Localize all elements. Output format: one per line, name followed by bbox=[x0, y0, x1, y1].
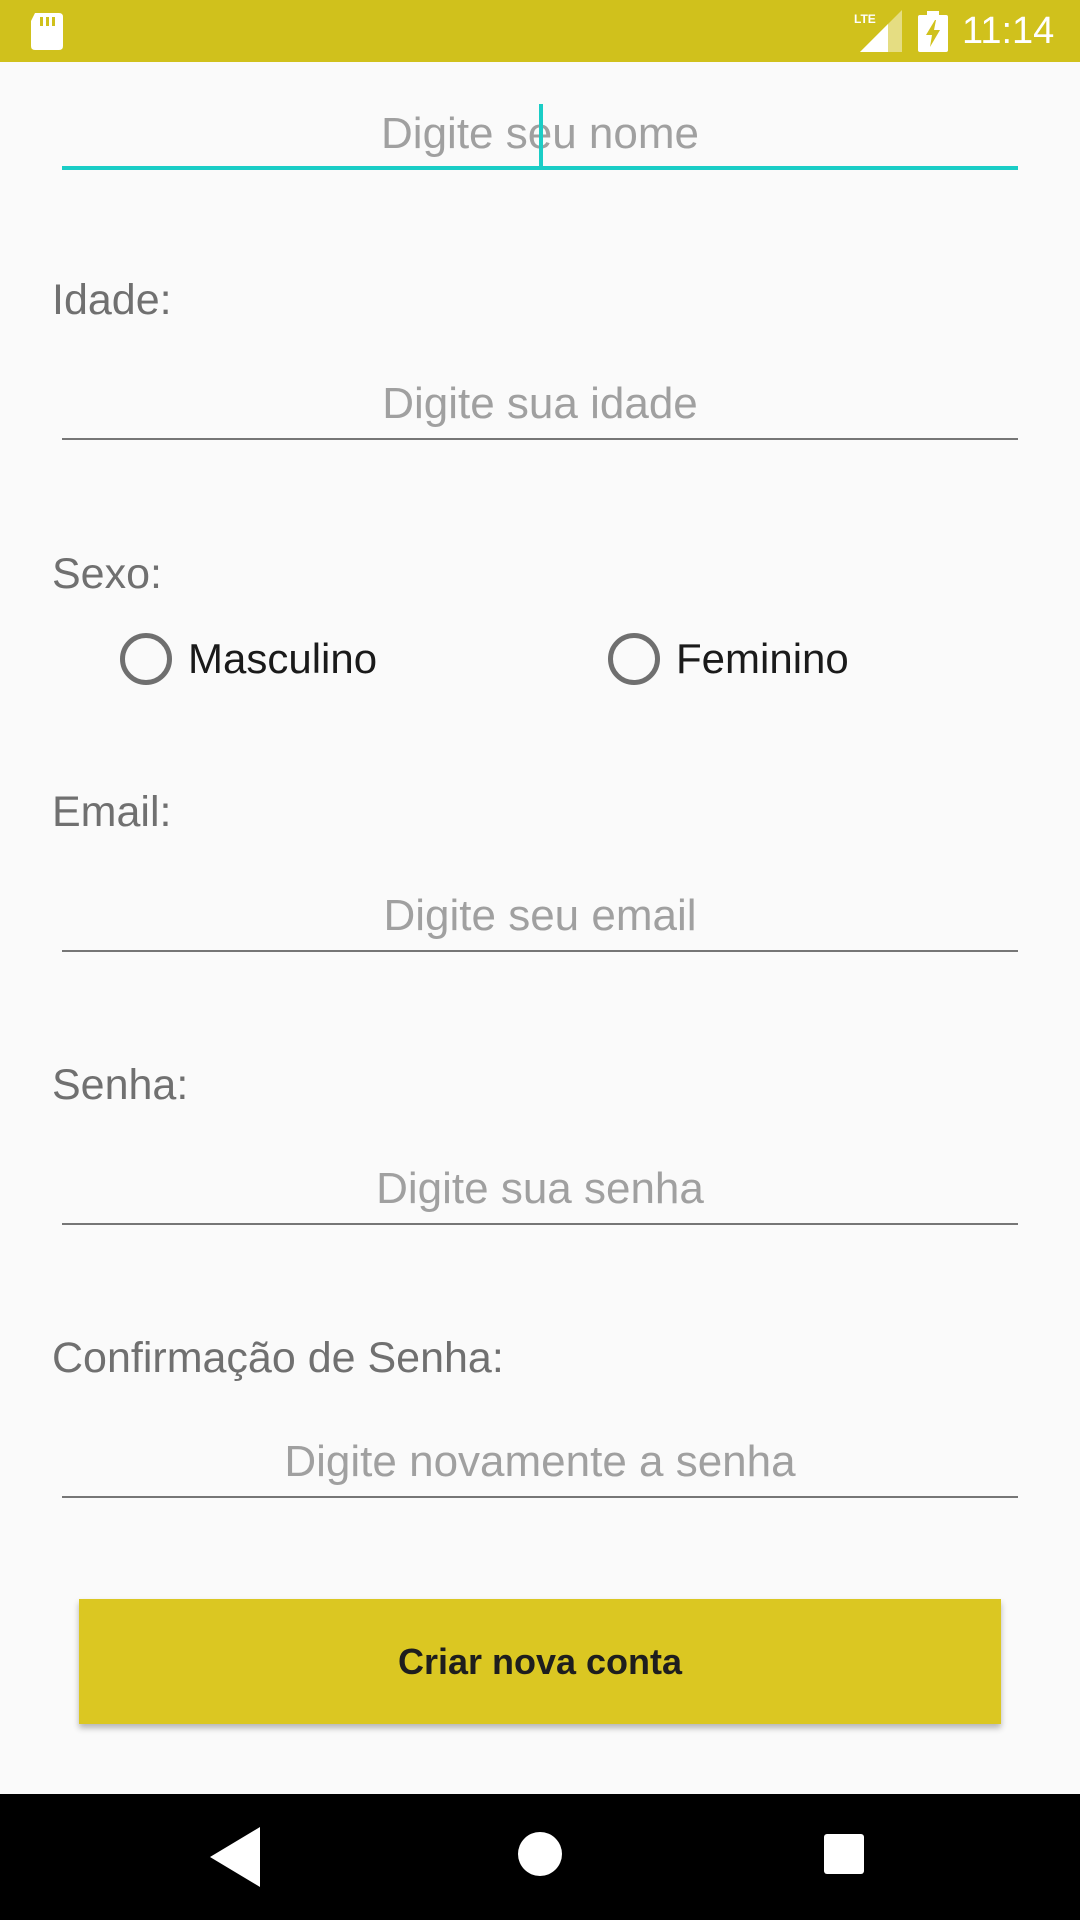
battery-charging-icon bbox=[918, 11, 948, 52]
status-bar: LTE 11:14 bbox=[0, 0, 1080, 62]
age-label: Idade: bbox=[52, 276, 172, 324]
email-input-placeholder: Digite seu email bbox=[383, 891, 697, 940]
signal-icon: LTE bbox=[854, 10, 902, 52]
age-input[interactable]: Digite sua idade bbox=[62, 360, 1018, 440]
name-input[interactable]: Digite seu nome bbox=[62, 90, 1018, 170]
back-icon[interactable] bbox=[210, 1827, 260, 1887]
sex-label: Sexo: bbox=[52, 550, 162, 598]
radio-unchecked-icon[interactable] bbox=[120, 633, 172, 685]
radio-feminino[interactable]: Feminino bbox=[608, 628, 849, 690]
navigation-bar bbox=[0, 1794, 1080, 1920]
password-confirm-input-placeholder: Digite novamente a senha bbox=[284, 1437, 796, 1486]
password-label: Senha: bbox=[52, 1061, 189, 1109]
radio-feminino-label[interactable]: Feminino bbox=[676, 633, 849, 685]
text-cursor bbox=[539, 104, 543, 166]
password-input[interactable]: Digite sua senha bbox=[62, 1145, 1018, 1225]
radio-masculino[interactable]: Masculino bbox=[120, 628, 377, 690]
home-icon[interactable] bbox=[516, 1830, 564, 1878]
email-label: Email: bbox=[52, 788, 172, 836]
radio-unchecked-icon[interactable] bbox=[608, 633, 660, 685]
password-input-placeholder: Digite sua senha bbox=[376, 1164, 704, 1213]
recents-icon[interactable] bbox=[824, 1834, 864, 1874]
password-confirm-label: Confirmação de Senha: bbox=[52, 1334, 504, 1382]
password-confirm-input[interactable]: Digite novamente a senha bbox=[62, 1418, 1018, 1498]
network-type-label: LTE bbox=[854, 12, 876, 26]
radio-masculino-label[interactable]: Masculino bbox=[188, 633, 377, 685]
create-account-button[interactable]: Criar nova conta bbox=[79, 1599, 1001, 1724]
email-input[interactable]: Digite seu email bbox=[62, 872, 1018, 952]
sd-card-icon bbox=[31, 13, 63, 50]
age-input-placeholder: Digite sua idade bbox=[382, 379, 698, 428]
status-time: 11:14 bbox=[962, 10, 1055, 52]
